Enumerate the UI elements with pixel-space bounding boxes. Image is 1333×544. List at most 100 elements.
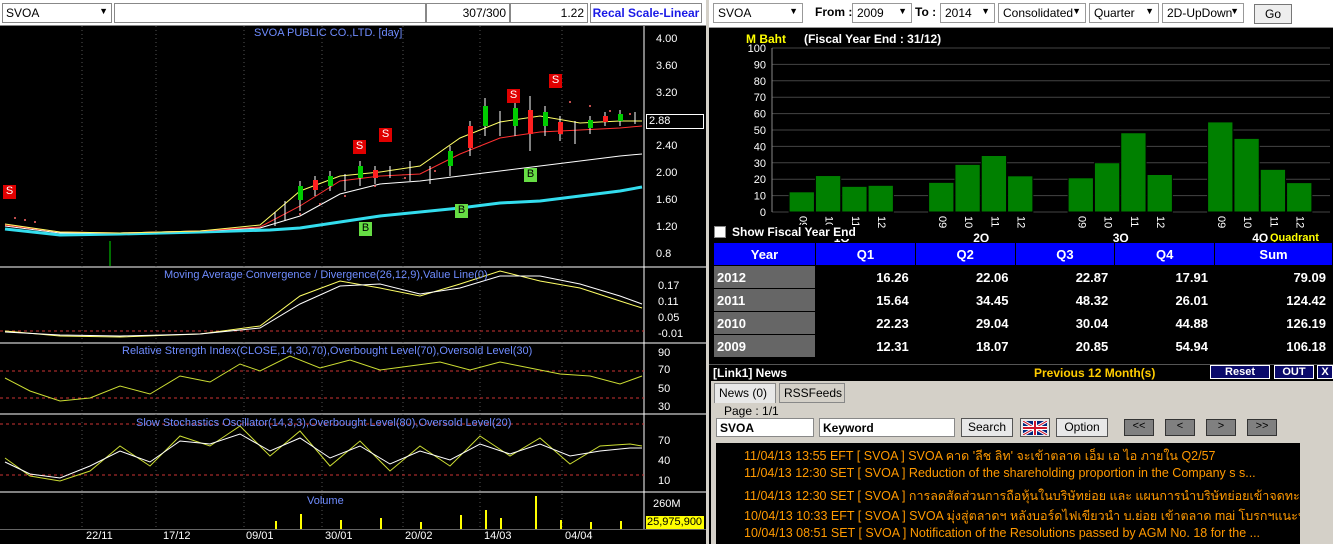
chevron-down-icon: ▼ (1230, 6, 1239, 16)
news-item[interactable]: 10/04/13 08:51 SET [ SVOA ] Notification… (716, 526, 1300, 544)
col-header[interactable]: Q3 (1014, 242, 1116, 266)
y-tick-label: 40 (754, 141, 766, 153)
y-tick-label: 20 (754, 174, 766, 186)
category-tick-label: 10 (962, 216, 974, 228)
quarter-bar (1233, 137, 1260, 213)
buy-signal-marker[interactable]: B (455, 204, 468, 218)
sell-signal-marker[interactable]: S (549, 74, 562, 88)
sell-signal-marker[interactable]: S (379, 128, 392, 142)
price-tick: 0.8 (656, 248, 672, 260)
q1-cell: 22.23 (815, 311, 916, 335)
quarterly-revenue-chart: 0102030405060708090100091011121Q09101112… (748, 43, 1330, 242)
quarter-bar (1093, 162, 1121, 213)
volume-title: Volume (307, 495, 344, 507)
stoch-tick: 10 (658, 475, 671, 487)
q1-cell: 15.64 (815, 288, 916, 312)
col-header[interactable]: Q1 (815, 242, 916, 266)
symbol-value: SVOA (6, 6, 40, 20)
keyword-input[interactable]: Keyword (819, 418, 955, 437)
sum-cell: 124.42 (1214, 288, 1333, 312)
table-row[interactable]: 2010 22.23 29.04 30.04 44.88 126.19 (713, 311, 1333, 335)
date-label: 17/12 (163, 530, 191, 542)
search-button[interactable]: Search (961, 418, 1013, 437)
fin-symbol-select[interactable]: SVOA ▼ (713, 3, 803, 23)
col-header[interactable]: Year (713, 242, 816, 266)
news-item[interactable]: 11/04/13 12:30 SET [ SVOA ] Reduction of… (716, 466, 1300, 484)
rsi-tick: 70 (658, 364, 671, 376)
macd-tick: -0.01 (658, 328, 684, 340)
to-label: To : (915, 5, 937, 19)
out-button[interactable]: OUT (1274, 365, 1314, 379)
q2-cell: 18.07 (914, 334, 1016, 358)
news-item[interactable]: 11/04/13 12:30 SET [ SVOA ] การลดสัดส่วน… (716, 486, 1300, 504)
quarter-bar (867, 184, 894, 213)
language-flag-button[interactable] (1020, 418, 1050, 437)
sum-cell: 79.09 (1214, 265, 1333, 289)
news-scrollbar[interactable] (1302, 443, 1333, 544)
y-tick-label: 50 (754, 125, 766, 137)
stoch-title: Slow Stochastics Oscillator(14,3,3),Over… (136, 417, 512, 429)
close-button[interactable]: X (1317, 365, 1333, 379)
q1-cell: 16.26 (815, 265, 916, 289)
price-tick: 3.60 (656, 60, 678, 72)
news-symbol-input[interactable]: SVOA (716, 418, 814, 437)
consolidation-select[interactable]: Consolidated ▼ (998, 3, 1086, 23)
col-header[interactable]: Q4 (1114, 242, 1215, 266)
period-value: Quarter (1094, 6, 1135, 20)
news-item[interactable]: 10/04/13 10:33 EFT [ SVOA ] SVOA มุ่งสู่… (716, 506, 1300, 524)
recal-scale-button[interactable]: Recal Scale-Linear (590, 3, 702, 23)
col-header[interactable]: Sum (1214, 242, 1333, 266)
rsi-title: Relative Strength Index(CLOSE,14,30,70),… (122, 345, 533, 357)
category-tick-label: 12 (1154, 216, 1166, 228)
sell-signal-marker[interactable]: S (353, 140, 366, 154)
last-page-button[interactable]: >> (1247, 419, 1277, 436)
year-cell: 2011 (713, 288, 816, 312)
reset-button[interactable]: Reset (1210, 365, 1270, 379)
panel-splitter[interactable] (706, 0, 709, 544)
stock-chart-panel[interactable]: SVOA ▼ 307/300 1.22 Recal Scale-Linear S… (0, 0, 706, 544)
table-row[interactable]: 2009 12.31 18.07 20.85 54.94 106.18 (713, 334, 1333, 358)
quarter-bar (814, 175, 842, 213)
fin-symbol-value: SVOA (718, 6, 752, 20)
show-fiscal-checkbox[interactable] (714, 226, 726, 238)
sell-signal-marker[interactable]: S (3, 185, 16, 199)
quarter-bar (1067, 177, 1094, 213)
buy-signal-marker[interactable]: B (524, 168, 537, 182)
option-button[interactable]: Option (1056, 418, 1108, 437)
chevron-down-icon: ▼ (1145, 6, 1154, 16)
y-tick-label: 30 (754, 158, 766, 170)
rsi-tick: 50 (658, 383, 671, 395)
category-tick-label: 12 (1015, 216, 1027, 228)
y-tick-label: 60 (754, 109, 766, 121)
page-indicator: Page : 1/1 (724, 404, 779, 418)
go-button[interactable]: Go (1254, 4, 1292, 24)
sell-signal-marker[interactable]: S (507, 89, 520, 103)
ma-long-line (4, 185, 643, 237)
q4-cell: 17.91 (1114, 265, 1215, 289)
from-year-select[interactable]: 2009 ▼ (852, 3, 912, 23)
quarter-bar (788, 191, 815, 213)
quarter-bar (980, 155, 1008, 213)
col-header[interactable]: Q2 (914, 242, 1016, 266)
news-item[interactable]: 11/04/13 13:55 EFT [ SVOA ] SVOA คาด 'ลี… (716, 446, 1300, 464)
first-page-button[interactable]: << (1124, 419, 1154, 436)
table-row[interactable]: 2011 15.64 34.45 48.32 26.01 124.42 (713, 288, 1333, 312)
price-tick: 2.40 (656, 140, 678, 152)
tab-news[interactable]: News (0) (714, 383, 776, 403)
view-select[interactable]: 2D-UpDown ▼ (1162, 3, 1244, 23)
chevron-down-icon: ▼ (99, 6, 108, 16)
year-cell: 2009 (713, 334, 816, 358)
to-year-select[interactable]: 2014 ▼ (940, 3, 995, 23)
prev-page-button[interactable]: < (1165, 419, 1195, 436)
symbol-select[interactable]: SVOA ▼ (2, 3, 112, 23)
rsi-tick: 90 (658, 347, 671, 359)
table-row[interactable]: 2012 16.26 22.06 22.87 17.91 79.09 (713, 265, 1333, 289)
tab-rssfeeds[interactable]: RSSFeeds (779, 383, 845, 403)
macd-title: Moving Average Convergence / Divergence(… (164, 269, 488, 281)
category-tick-label: 09 (1215, 216, 1227, 228)
chevron-down-icon: ▼ (981, 6, 990, 16)
period-select[interactable]: Quarter ▼ (1089, 3, 1159, 23)
next-page-button[interactable]: > (1206, 419, 1236, 436)
previous-period-label: Previous 12 Month(s) (1034, 366, 1156, 380)
buy-signal-marker[interactable]: B (359, 222, 372, 236)
